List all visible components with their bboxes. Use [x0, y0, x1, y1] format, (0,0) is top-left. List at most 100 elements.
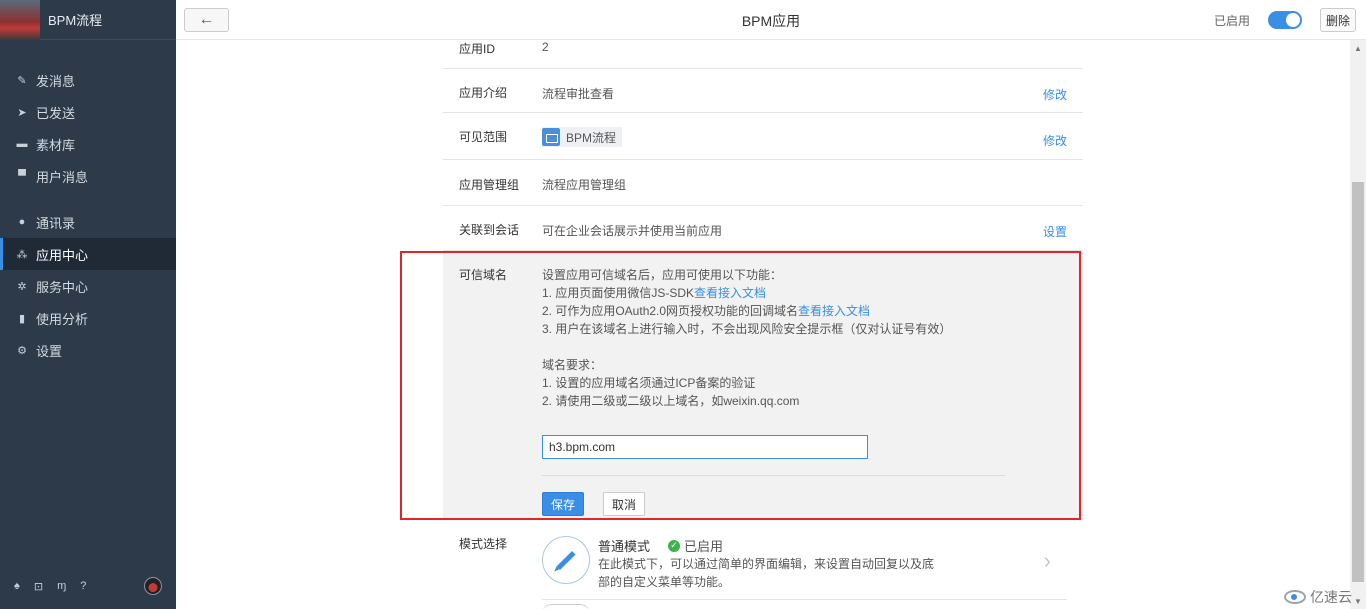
pencil-icon	[542, 536, 590, 584]
linked-conversation-value: 可在企业会话展示并使用当前应用	[542, 224, 723, 238]
vertical-scrollbar[interactable]: ▲ ▼	[1350, 40, 1366, 609]
watermark-text: 亿速云	[1310, 589, 1352, 605]
admin-group-value: 流程应用管理组	[542, 178, 627, 192]
watermark-logo-icon	[1284, 590, 1306, 604]
trusted-domain-input[interactable]	[542, 435, 868, 459]
admin-group-label: 应用管理组	[459, 178, 520, 192]
sidebar-item-label: 应用中心	[36, 247, 89, 263]
topbar: ← BPM应用 已启用 删除	[176, 0, 1366, 40]
row-mode-select: 模式选择 普通模式 ✓ 已启用 在此模式下，可以通过简单的界面编辑，来设置自动回…	[443, 520, 1083, 609]
sidebar-app-name: BPM流程	[48, 13, 103, 28]
domain-requirements-title: 域名要求：	[542, 358, 603, 372]
sidebar-item-analytics[interactable]: ▮ 使用分析	[0, 302, 176, 334]
save-button[interactable]: 保存	[542, 492, 584, 516]
docs-link-jssdk[interactable]: 查看接入文档	[694, 286, 766, 300]
mode-card-normal[interactable]: 普通模式 ✓ 已启用 在此模式下，可以通过简单的界面编辑，来设置自动回复以及底部…	[542, 534, 1067, 605]
row-app-intro: 应用介绍 流程审批查看 修改	[443, 69, 1083, 113]
scroll-thumb[interactable]	[1352, 182, 1364, 582]
row-admin-group: 应用管理组 流程应用管理组	[443, 160, 1083, 206]
row-trusted-domain: 可信域名 设置应用可信域名后，应用可使用以下功能： 1. 应用页面使用微信JS-…	[443, 251, 1083, 519]
avatar[interactable]	[144, 577, 162, 595]
check-circle-icon: ✓	[668, 539, 680, 552]
sent-icon: ➤	[17, 106, 27, 119]
folder-icon	[542, 128, 560, 146]
sidebar-item-sent[interactable]: ➤ 已发送	[0, 96, 176, 128]
trusted-domain-label: 可信域名	[459, 268, 508, 282]
domain-feature-2: 2. 可作为应用OAuth2.0网页授权功能的回调域名查看接入文档	[542, 302, 1005, 320]
edit-intro-link[interactable]: 修改	[1043, 86, 1067, 103]
sidebar: BPM流程 ✎ 发消息 ➤ 已发送 ▬ 素材库 ▀ 用户消息 ● 通讯录 ⁂ 应用中心 ✲ 服务中心 ▮ 使…	[0, 0, 176, 609]
back-button[interactable]: ←	[184, 8, 229, 32]
chat-icon: ▀	[18, 170, 26, 182]
visible-scope-label: 可见范围	[459, 130, 508, 144]
sidebar-item-label: 设置	[36, 343, 63, 359]
send-message-icon: ✎	[17, 74, 27, 87]
mode-description: 在此模式下，可以通过简单的界面编辑，来设置自动回复以及底部的自定义菜单等功能。	[598, 557, 935, 589]
mode-title: 普通模式	[598, 539, 651, 554]
app-logo	[0, 0, 40, 40]
sidebar-item-apps[interactable]: ⁂ 应用中心	[0, 238, 176, 270]
sidebar-item-label: 通讯录	[36, 215, 76, 231]
sidebar-item-service[interactable]: ✲ 服务中心	[0, 270, 176, 302]
settings-icon: ⚙	[17, 344, 27, 357]
book-icon[interactable]: ɱ	[57, 580, 66, 593]
apps-icon: ⁂	[16, 248, 28, 261]
watermark: 亿速云	[1284, 587, 1352, 607]
scroll-up-arrow-icon[interactable]: ▲	[1350, 40, 1366, 56]
trusted-domain-description: 设置应用可信域名后，应用可使用以下功能： 1. 应用页面使用微信JS-SDK查看…	[542, 266, 1005, 410]
domain-requirement-1: 1. 设置的应用域名须通过ICP备案的验证	[542, 376, 756, 390]
sidebar-header[interactable]: BPM流程	[0, 0, 176, 40]
sidebar-item-send-message[interactable]: ✎ 发消息	[0, 64, 176, 96]
sidebar-item-settings[interactable]: ⚙ 设置	[0, 334, 176, 366]
sidebar-item-label: 素材库	[36, 137, 76, 153]
cart-icon[interactable]: ⊡	[34, 580, 43, 593]
scroll-down-arrow-icon[interactable]: ▼	[1350, 593, 1366, 609]
app-intro-value: 流程审批查看	[542, 87, 615, 101]
contacts-icon: ●	[18, 216, 26, 228]
feature-1-text: 1. 应用页面使用微信JS-SDK	[542, 286, 695, 300]
row-app-id: 应用ID 2	[443, 40, 1083, 69]
enable-toggle[interactable]	[1268, 11, 1302, 29]
enabled-status-label: 已启用	[1213, 14, 1250, 28]
sidebar-item-chat[interactable]: ▀ 用户消息	[0, 160, 176, 192]
row-visible-scope: 可见范围 BPM流程 修改	[443, 113, 1083, 160]
app-intro-label: 应用介绍	[459, 86, 508, 100]
page-title: BPM应用	[741, 13, 801, 29]
sidebar-group-main: ● 通讯录 ⁂ 应用中心 ✲ 服务中心 ▮ 使用分析 ⚙ 设置	[0, 206, 176, 366]
delete-button[interactable]: 删除	[1320, 8, 1356, 32]
scope-tag-label: BPM流程	[566, 130, 617, 145]
cancel-button[interactable]: 取消	[603, 492, 645, 516]
sidebar-item-label: 用户消息	[36, 169, 89, 185]
analytics-icon: ▮	[18, 312, 26, 325]
sidebar-item-label: 使用分析	[36, 311, 89, 327]
app-id-value: 2	[542, 40, 549, 54]
arrow-left-icon: ←	[198, 11, 215, 28]
chevron-right-icon[interactable]: ›	[1044, 548, 1051, 574]
sidebar-item-library[interactable]: ▬ 素材库	[0, 128, 176, 160]
set-conversation-link[interactable]: 设置	[1043, 223, 1067, 240]
mode-status: ✓ 已启用	[668, 536, 723, 555]
domain-feature-3: 3. 用户在该域名上进行输入时，不会出现风险安全提示框（仅对认证号有效）	[542, 322, 952, 336]
sidebar-item-label: 服务中心	[36, 279, 89, 295]
mode-status-label: 已启用	[684, 539, 724, 554]
divider	[542, 475, 1005, 476]
row-linked-conversation: 关联到会话 可在企业会话展示并使用当前应用 设置	[443, 206, 1083, 251]
sidebar-item-label: 发消息	[36, 73, 76, 89]
sidebar-footer: ♠ ⊡ ɱ?	[14, 577, 162, 595]
docs-link-oauth[interactable]: 查看接入文档	[798, 304, 870, 318]
app-id-label: 应用ID	[459, 42, 496, 56]
home-icon[interactable]: ♠	[14, 580, 20, 593]
app-detail-panel: 应用ID 2 应用介绍 流程审批查看 修改 可见范围 BPM流程 修改 应用管理…	[443, 40, 1083, 519]
feature-2-text: 2. 可作为应用OAuth2.0网页授权功能的回调域名	[542, 304, 799, 318]
sidebar-item-label: 已发送	[36, 105, 76, 121]
domain-requirement-2: 2. 请使用二级或二级以上域名，如weixin.qq.com	[542, 394, 800, 408]
edit-scope-link[interactable]: 修改	[1043, 132, 1067, 149]
help-icon[interactable]: ?	[80, 580, 86, 593]
scope-tag: BPM流程	[542, 127, 623, 147]
mode-select-label: 模式选择	[459, 537, 508, 551]
sidebar-item-contacts[interactable]: ● 通讯录	[0, 206, 176, 238]
domain-feature-1: 1. 应用页面使用微信JS-SDK查看接入文档	[542, 284, 1005, 302]
sidebar-group-messages: ✎ 发消息 ➤ 已发送 ▬ 素材库 ▀ 用户消息	[0, 64, 176, 192]
linked-conversation-label: 关联到会话	[459, 223, 520, 237]
domain-intro: 设置应用可信域名后，应用可使用以下功能：	[542, 268, 783, 282]
